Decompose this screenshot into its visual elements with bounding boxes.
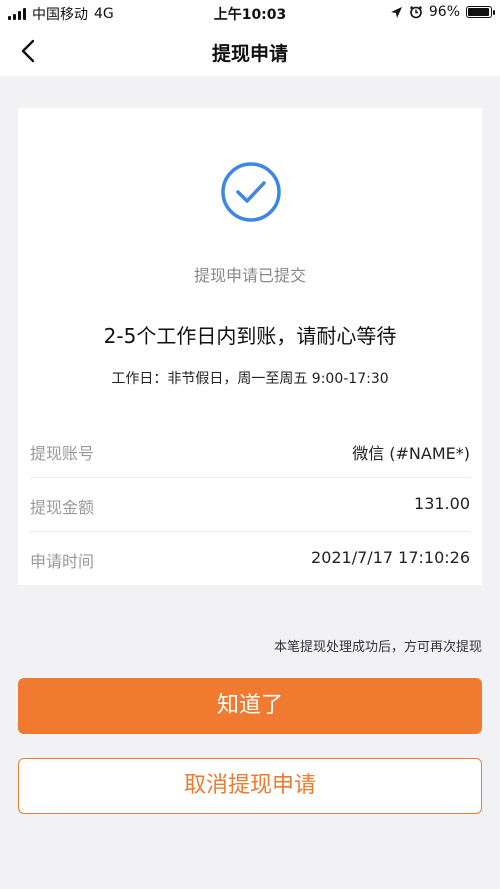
detail-list: 提现账号 微信 (#NAME*) 提现金额 131.00 申请时间 2021/7… <box>30 424 470 585</box>
detail-row-account: 提现账号 微信 (#NAME*) <box>30 424 470 478</box>
detail-value: 131.00 <box>414 494 470 513</box>
battery-fill <box>468 8 490 16</box>
status-bar: 中国移动 4G 上午10:03 96% <box>0 0 500 26</box>
nav-bar: 提现申请 <box>0 26 500 76</box>
battery-percent: 96% <box>428 4 460 20</box>
detail-value: 微信 (#NAME*) <box>352 444 470 463</box>
arrival-headline: 2-5个工作日内到账，请耐心等待 <box>103 324 397 348</box>
result-card: 提现申请已提交 2-5个工作日内到账，请耐心等待 工作日：非节假日，周一至周五 … <box>18 108 482 585</box>
alarm-icon <box>409 5 422 19</box>
page-title: 提现申请 <box>211 43 288 65</box>
detail-row-amount: 提现金额 131.00 <box>30 478 470 532</box>
workday-note: 工作日：非节假日，周一至周五 9:00-17:30 <box>111 371 389 387</box>
detail-label: 申请时间 <box>30 552 95 571</box>
detail-value: 2021/7/17 17:10:26 <box>311 548 470 567</box>
status-right: 96% <box>390 4 495 20</box>
detail-row-time: 申请时间 2021/7/17 17:10:26 <box>30 532 470 585</box>
location-icon <box>390 6 402 18</box>
check-circle-icon <box>221 162 281 222</box>
battery-icon <box>466 6 495 18</box>
submitted-status: 提现申请已提交 <box>193 266 306 285</box>
cancel-withdrawal-button[interactable]: 取消提现申请 <box>18 758 482 814</box>
confirm-button[interactable]: 知道了 <box>18 678 482 734</box>
detail-label: 提现账号 <box>30 444 95 463</box>
detail-label: 提现金额 <box>30 498 95 517</box>
withdraw-note: 本笔提现处理成功后，方可再次提现 <box>273 640 482 655</box>
